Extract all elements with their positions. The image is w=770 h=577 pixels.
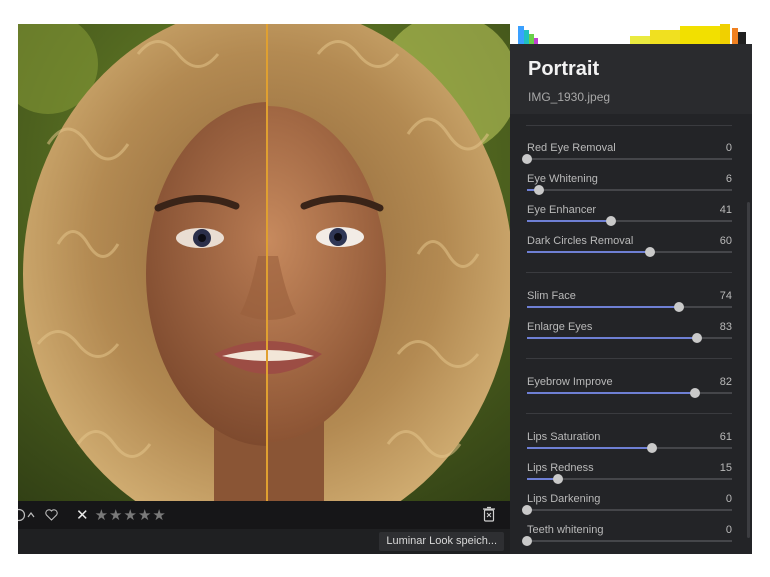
slider-fill	[527, 447, 653, 449]
slider-thumb[interactable]	[522, 154, 532, 164]
slider-value: 61	[719, 431, 732, 443]
slider-value: 82	[719, 376, 732, 388]
slider-fill	[527, 337, 698, 339]
slider-fill	[527, 392, 696, 394]
slider-value: 74	[719, 290, 732, 302]
slider-label: Dark Circles Removal	[527, 235, 634, 247]
slider-eye-whitening: Eye Whitening 6	[527, 173, 732, 203]
slider-track[interactable]	[527, 247, 732, 257]
slider-thumb[interactable]	[606, 216, 617, 226]
group-separator	[526, 413, 732, 414]
slider-thumb[interactable]	[647, 443, 658, 453]
panel-header: Portrait IMG_1930.jpeg	[510, 44, 752, 114]
slider-label: Eyebrow Improve	[527, 376, 613, 388]
slider-label: Lips Darkening	[527, 493, 601, 505]
file-name: IMG_1930.jpeg	[528, 90, 611, 104]
slider-label: Eye Whitening	[527, 173, 598, 185]
slider-value: 15	[719, 462, 732, 474]
slider-teeth-whitening: Teeth whitening 0	[522, 524, 732, 554]
slider-red-eye-removal: Red Eye Removal 0	[522, 142, 732, 172]
group-separator	[526, 272, 732, 273]
slider-track[interactable]	[522, 505, 732, 515]
slider-label: Lips Redness	[527, 462, 594, 474]
slider-enlarge-eyes: Enlarge Eyes 83	[527, 321, 732, 351]
slider-track[interactable]	[527, 388, 732, 398]
slider-list: Red Eye Removal 0 Eye Whitening 6 Eye Enhanc…	[510, 114, 752, 554]
slider-thumb[interactable]	[522, 505, 532, 515]
slider-label: Eye Enhancer	[527, 204, 597, 216]
before-after-divider[interactable]	[266, 24, 268, 501]
slider-thumb[interactable]	[645, 247, 655, 257]
trash-icon[interactable]	[482, 506, 496, 522]
slider-fill	[527, 251, 650, 253]
save-look-button[interactable]: Luminar Look speich...	[379, 532, 504, 551]
slider-value: 0	[725, 524, 732, 536]
slider-label: Red Eye Removal	[527, 142, 616, 154]
status-row: Luminar Look speich...	[18, 529, 510, 554]
chevron-up-icon[interactable]	[27, 511, 35, 519]
slider-value: 0	[725, 142, 732, 154]
slider-label: Enlarge Eyes	[527, 321, 593, 333]
slider-fill	[527, 220, 612, 222]
slider-value: 6	[725, 173, 732, 185]
image-toolbar: ✕ ★ ★ ★ ★ ★	[18, 501, 510, 529]
slider-dark-circles-removal: Dark Circles Removal 60	[527, 235, 732, 265]
slider-thumb[interactable]	[690, 388, 701, 398]
heart-icon[interactable]	[45, 509, 58, 521]
slider-thumb[interactable]	[522, 536, 532, 546]
star-icon[interactable]: ★	[95, 506, 109, 524]
slider-fill	[527, 306, 679, 308]
slider-eye-enhancer: Eye Enhancer 41	[527, 204, 732, 234]
slider-value: 83	[719, 321, 732, 333]
slider-track[interactable]	[527, 216, 732, 226]
slider-thumb[interactable]	[673, 302, 684, 312]
panel-title: Portrait	[528, 58, 600, 80]
slider-thumb[interactable]	[692, 333, 703, 343]
group-separator	[526, 125, 732, 126]
slider-track[interactable]	[527, 443, 732, 453]
slider-label: Slim Face	[527, 290, 576, 302]
slider-track[interactable]	[527, 185, 732, 195]
star-icon[interactable]: ★	[138, 506, 152, 524]
star-icon[interactable]: ★	[123, 506, 137, 524]
star-rating[interactable]: ★ ★ ★ ★ ★	[95, 506, 167, 524]
star-icon[interactable]: ★	[152, 506, 166, 524]
slider-track[interactable]	[522, 536, 732, 546]
slider-value: 60	[719, 235, 732, 247]
star-icon[interactable]: ★	[109, 506, 123, 524]
adjustments-panel: Portrait IMG_1930.jpeg Red Eye Removal 0 E…	[510, 24, 752, 554]
slider-thumb[interactable]	[552, 474, 563, 484]
info-icon[interactable]	[18, 508, 26, 522]
slider-slim-face: Slim Face 74	[527, 290, 732, 320]
portrait-image	[18, 24, 510, 501]
slider-track[interactable]	[522, 154, 732, 164]
slider-value: 0	[725, 493, 732, 505]
slider-lips-darkening: Lips Darkening 0	[522, 493, 732, 523]
slider-lips-saturation: Lips Saturation 61	[527, 431, 732, 461]
slider-track[interactable]	[527, 333, 732, 343]
app-window: ✕ ★ ★ ★ ★ ★ Luminar Look speich... Portr…	[18, 24, 752, 554]
photo-canvas[interactable]	[18, 24, 510, 501]
slider-lips-redness: Lips Redness 15	[527, 462, 732, 492]
slider-value: 41	[719, 204, 732, 216]
group-separator	[526, 358, 732, 359]
slider-eyebrow-improve: Eyebrow Improve 82	[527, 376, 732, 406]
slider-label: Lips Saturation	[527, 431, 601, 443]
slider-label: Teeth whitening	[527, 524, 604, 536]
histogram	[510, 24, 752, 44]
reject-icon[interactable]: ✕	[76, 506, 89, 524]
panel-scrollbar[interactable]	[747, 202, 750, 538]
slider-thumb[interactable]	[534, 185, 545, 195]
slider-track[interactable]	[527, 474, 732, 484]
slider-track[interactable]	[527, 302, 732, 312]
